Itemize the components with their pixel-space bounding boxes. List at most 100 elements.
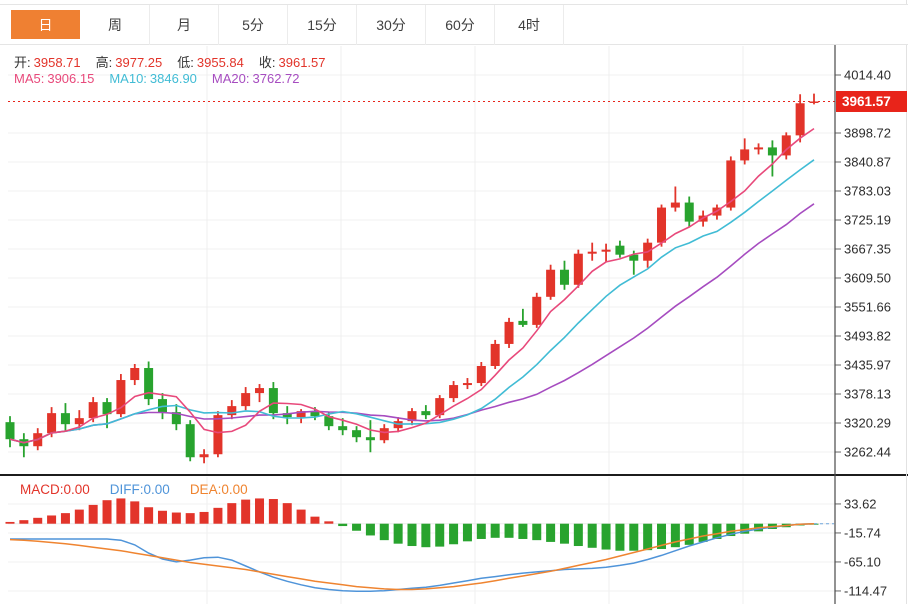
candle-body (559, 269, 569, 285)
price-tick-label: 3783.03 (844, 184, 891, 199)
macd-bar (352, 523, 362, 531)
tab-30min[interactable]: 30分 (357, 4, 426, 45)
macd-bar (241, 499, 251, 524)
price-tick-label: 3667.35 (844, 242, 891, 257)
macd-bar (102, 500, 112, 524)
candle-body (670, 202, 680, 208)
macd-bar (504, 523, 514, 538)
tab-4hour[interactable]: 4时 (495, 4, 564, 45)
macd-tick-label: -65.10 (844, 554, 881, 569)
candle-body (462, 383, 472, 386)
macd-bar (88, 504, 98, 524)
price-tick-label: 3840.87 (844, 155, 891, 170)
macd-bar (47, 515, 57, 524)
timeframe-tabbar: 日 周 月 5分 15分 30分 60分 4时 (0, 4, 908, 45)
candle-body (587, 251, 597, 254)
candle-body (379, 428, 389, 441)
price-tick-label: 3378.13 (844, 387, 891, 402)
candle-body (421, 411, 431, 416)
macd-bar (601, 523, 611, 550)
macd-legend: MACD:0.00 DIFF:0.00 DEA:0.00 (20, 482, 248, 497)
macd-bar (684, 523, 694, 545)
macd-bar (19, 520, 29, 524)
price-tick-label: 3551.66 (844, 300, 891, 315)
macd-bar (213, 507, 223, 524)
high-value: 高: 3977.25 (95, 55, 163, 70)
candle-body (684, 202, 694, 222)
candle-body (255, 388, 265, 394)
candle-body (740, 149, 750, 161)
tab-month[interactable]: 月 (150, 4, 219, 45)
macd-bar (60, 513, 70, 524)
macd-tick-label: -114.47 (844, 583, 887, 598)
tab-60min[interactable]: 60分 (426, 4, 495, 45)
candle-body (144, 368, 154, 400)
macd-bar (546, 523, 556, 542)
candle-body (268, 388, 278, 414)
macd-bar (338, 523, 348, 527)
ma10-value: MA10: 3846.90 (109, 71, 197, 86)
panel-separator (0, 474, 908, 476)
candle-body (795, 103, 805, 136)
macd-bar (144, 507, 154, 524)
ma20-value: MA20: 3762.72 (211, 71, 300, 86)
macd-bar (615, 523, 625, 551)
ohlc-legend: 开: 3958.71 高: 3977.25 低: 3955.84 收: 3961.57 (14, 52, 326, 71)
macd-value: MACD:0.00 (20, 482, 90, 497)
macd-tick-label: -15.74 (844, 525, 881, 540)
macd-tick-label: 33.62 (844, 496, 877, 511)
macd-bar (33, 517, 43, 524)
macd-bar (157, 510, 167, 524)
ma5-value: MA5: 3906.15 (14, 71, 95, 86)
macd-bar (573, 523, 583, 547)
candle-body (809, 101, 819, 103)
tab-week[interactable]: 周 (81, 4, 150, 45)
candle-body (767, 147, 777, 156)
candle-body (657, 207, 667, 243)
macd-bar (476, 523, 486, 539)
candle-body (352, 430, 362, 438)
candle-body (130, 368, 140, 381)
candle-body (546, 269, 556, 297)
price-tick-label: 4014.40 (844, 68, 891, 83)
macd-bar (462, 523, 472, 542)
macd-bar (185, 513, 195, 524)
kline-chart-canvas[interactable]: 4014.40 3898.72 3840.87 3783.03 3725.19 3667.… (0, 0, 908, 604)
candle-body (476, 366, 486, 384)
candle-body (449, 385, 459, 399)
macd-bar (629, 523, 639, 551)
macd-bar (698, 523, 708, 542)
candle-body (213, 415, 223, 455)
candle-body (504, 321, 514, 344)
candle-body (754, 147, 764, 150)
candle-body (490, 343, 500, 367)
candle-body (601, 249, 611, 252)
price-tick-label: 3262.44 (844, 445, 891, 460)
diff-value: DIFF:0.00 (109, 482, 170, 497)
macd-bar (5, 521, 15, 524)
macd-bar (421, 523, 431, 548)
candle-body (74, 418, 84, 425)
macd-bar (282, 503, 292, 524)
ma20-line (9, 203, 815, 444)
tab-5min[interactable]: 5分 (219, 4, 288, 45)
candle-body (365, 437, 375, 441)
price-tick-label: 3725.19 (844, 213, 891, 228)
price-tick-label: 3609.50 (844, 271, 891, 286)
macd-bar (227, 503, 237, 524)
tab-15min[interactable]: 15分 (288, 4, 357, 45)
macd-bar (532, 523, 542, 541)
candle-body (185, 424, 195, 458)
price-tick-label: 3320.29 (844, 416, 891, 431)
close-value: 收: 3961.57 (258, 55, 326, 70)
macd-bar (379, 523, 389, 541)
candle-body (241, 393, 251, 407)
low-value: 低: 3955.84 (177, 55, 244, 70)
candle-body (338, 426, 348, 431)
macd-bar (559, 523, 569, 544)
price-tick-label: 3493.82 (844, 329, 891, 344)
tab-day[interactable]: 日 (11, 10, 80, 39)
macd-bar (587, 523, 597, 548)
macd-bar (490, 523, 500, 538)
candle-body (518, 320, 528, 325)
